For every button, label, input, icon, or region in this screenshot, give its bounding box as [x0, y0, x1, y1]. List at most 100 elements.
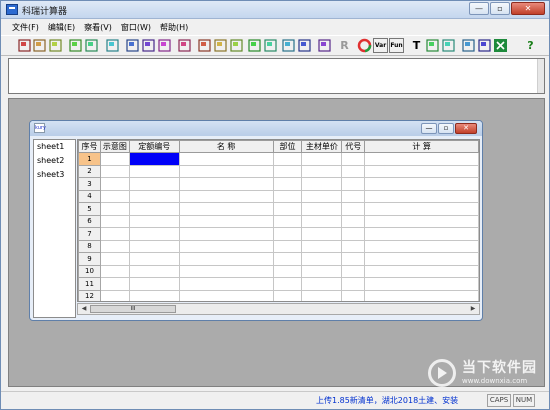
- scroll-right-icon[interactable]: ▶: [467, 304, 479, 314]
- grid-cell[interactable]: [128, 202, 180, 216]
- print-setup-icon[interactable]: [84, 38, 99, 53]
- insert-row-icon[interactable]: [125, 38, 140, 53]
- menu-file[interactable]: 文件(F): [9, 20, 45, 35]
- r-icon[interactable]: R: [337, 38, 352, 53]
- grid-cell[interactable]: [178, 164, 274, 178]
- chart-icon[interactable]: [425, 38, 440, 53]
- grid-cell[interactable]: [272, 277, 303, 291]
- grid-cell[interactable]: [272, 214, 303, 228]
- grid-cell[interactable]: [301, 277, 343, 291]
- grid-cell[interactable]: [341, 264, 366, 278]
- color-wheel-icon[interactable]: [357, 38, 372, 53]
- var-icon[interactable]: Var: [373, 38, 388, 53]
- col-header-diagram[interactable]: 示意图: [99, 140, 130, 153]
- grid-cell[interactable]: [99, 164, 130, 178]
- menu-view[interactable]: 察看(V): [81, 20, 118, 35]
- col-header-index[interactable]: 序号: [78, 140, 101, 153]
- grid-cell[interactable]: [128, 264, 180, 278]
- grid-cell[interactable]: [99, 214, 130, 228]
- grid-cell[interactable]: [301, 227, 343, 241]
- grid-cell[interactable]: [272, 189, 303, 203]
- grid-cell[interactable]: [128, 214, 180, 228]
- grid-cell[interactable]: [301, 164, 343, 178]
- grid-cell[interactable]: [301, 214, 343, 228]
- grid-cell[interactable]: [364, 227, 479, 241]
- grid-cell[interactable]: [178, 277, 274, 291]
- open-folder-icon[interactable]: [32, 38, 47, 53]
- grid-cell[interactable]: [178, 264, 274, 278]
- grid-cell[interactable]: [364, 264, 479, 278]
- grid-cell[interactable]: [341, 289, 366, 301]
- import-icon[interactable]: [68, 38, 83, 53]
- grid-cell[interactable]: [272, 239, 303, 253]
- col-header-unit-price[interactable]: 主材单价: [301, 140, 343, 153]
- col-header-calc[interactable]: 计 算: [364, 140, 479, 153]
- grid-cell[interactable]: [128, 227, 180, 241]
- grid-cell[interactable]: [178, 289, 274, 301]
- grid-cell[interactable]: [341, 227, 366, 241]
- grid-cell[interactable]: [99, 202, 130, 216]
- col-header-name[interactable]: 名 称: [178, 140, 274, 153]
- copy-icon[interactable]: [213, 38, 228, 53]
- box-icon[interactable]: [105, 38, 120, 53]
- row-number[interactable]: 1: [78, 152, 101, 166]
- row-number[interactable]: 12: [78, 289, 101, 301]
- grid-cell[interactable]: [99, 289, 130, 301]
- grid-cell[interactable]: [128, 164, 180, 178]
- row-number[interactable]: 6: [78, 214, 101, 228]
- maximize-button[interactable]: ▫: [490, 2, 510, 15]
- insert-col-icon[interactable]: [157, 38, 172, 53]
- excel-icon[interactable]: [493, 38, 508, 53]
- grid-cell[interactable]: [99, 264, 130, 278]
- grid-cell[interactable]: [99, 189, 130, 203]
- grid-cell[interactable]: [178, 239, 274, 253]
- grid-cell[interactable]: [272, 152, 303, 166]
- cut-icon[interactable]: [197, 38, 212, 53]
- redo-icon[interactable]: [297, 38, 312, 53]
- grid-cell[interactable]: [99, 152, 130, 166]
- grid-cell[interactable]: [301, 177, 343, 191]
- grid-cell[interactable]: [99, 227, 130, 241]
- grid-cell[interactable]: [128, 277, 180, 291]
- undo-icon[interactable]: [281, 38, 296, 53]
- child-restore-button[interactable]: ▫: [438, 123, 454, 134]
- grid-cell[interactable]: [128, 252, 180, 266]
- col-header-quota-code[interactable]: 定额编号: [128, 140, 180, 153]
- grid-cell[interactable]: [301, 202, 343, 216]
- sheet-item-1[interactable]: sheet1: [34, 140, 75, 154]
- grid-cell[interactable]: [364, 214, 479, 228]
- menu-window[interactable]: 窗口(W): [118, 20, 157, 35]
- grid-cell[interactable]: [364, 152, 479, 166]
- calculator-icon[interactable]: [317, 38, 332, 53]
- grid-cell[interactable]: [364, 239, 479, 253]
- grid-cell[interactable]: [301, 189, 343, 203]
- grid-cell[interactable]: [364, 277, 479, 291]
- sheet-item-2[interactable]: sheet2: [34, 154, 75, 168]
- grid-cell[interactable]: [128, 189, 180, 203]
- grid-cell[interactable]: [99, 239, 130, 253]
- grid-cell[interactable]: [99, 277, 130, 291]
- grid-cell[interactable]: [364, 189, 479, 203]
- grid-cell[interactable]: [301, 239, 343, 253]
- selected-cell[interactable]: [128, 152, 180, 166]
- save-icon[interactable]: [48, 38, 63, 53]
- grid-cell[interactable]: [272, 202, 303, 216]
- col-header-code[interactable]: 代号: [341, 140, 366, 153]
- print-icon[interactable]: [461, 38, 476, 53]
- export-icon[interactable]: [441, 38, 456, 53]
- minimize-button[interactable]: —: [469, 2, 489, 15]
- menu-help[interactable]: 帮助(H): [157, 20, 194, 35]
- grid-cell[interactable]: [364, 252, 479, 266]
- row-number[interactable]: 5: [78, 202, 101, 216]
- grid-cell[interactable]: [272, 227, 303, 241]
- paste-icon[interactable]: [229, 38, 244, 53]
- child-minimize-button[interactable]: —: [421, 123, 437, 134]
- grid-cell[interactable]: [341, 164, 366, 178]
- grid-cell[interactable]: [341, 277, 366, 291]
- grid-cell[interactable]: [99, 252, 130, 266]
- grid-cell[interactable]: [341, 252, 366, 266]
- new-doc-icon[interactable]: [17, 38, 32, 53]
- grid-cell[interactable]: [128, 239, 180, 253]
- row-number[interactable]: 9: [78, 252, 101, 266]
- strike-icon[interactable]: [177, 38, 192, 53]
